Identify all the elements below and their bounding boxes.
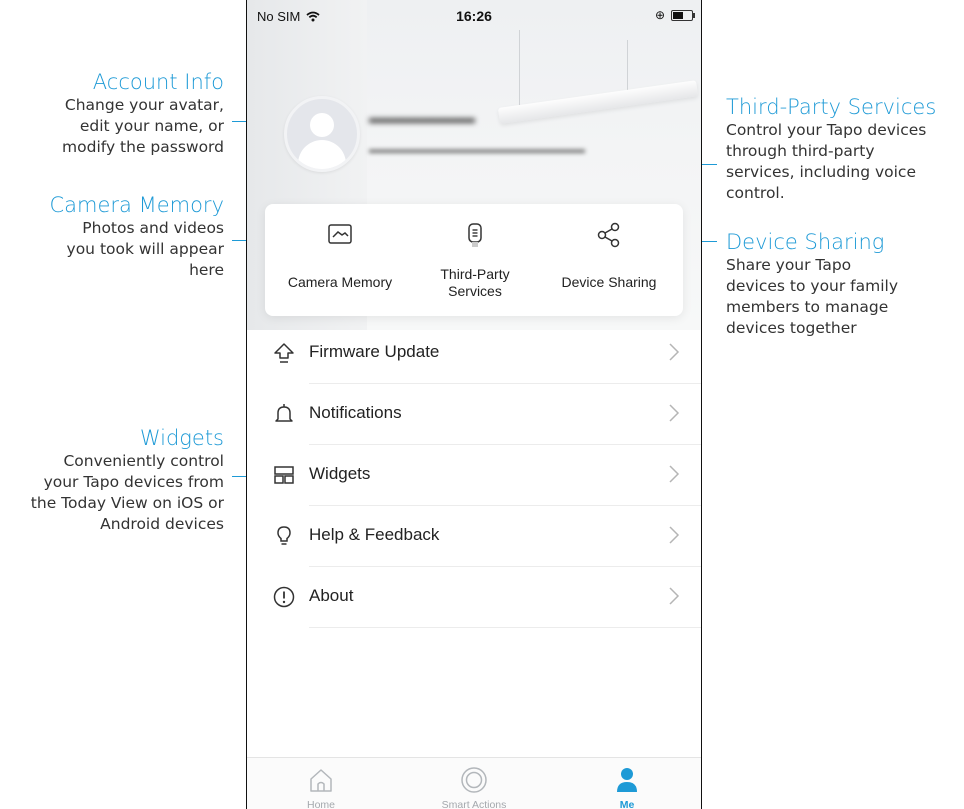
annotation-camera-memory: Camera Memory Photos and videos you took… [50, 193, 225, 281]
chevron-right-icon [669, 526, 680, 544]
chevron-right-icon [669, 465, 680, 483]
annotation-title: Device Sharing [726, 230, 885, 254]
tab-me[interactable]: Me [577, 758, 677, 809]
annotation-line: Change your avatar, [64, 96, 224, 114]
menu-label: Widgets [309, 464, 371, 483]
camera-memory-label: Camera Memory [287, 274, 393, 290]
tab-label: Me [619, 799, 635, 809]
annotation-line: control. [726, 184, 785, 202]
widgets-icon [274, 466, 294, 484]
tab-label: Smart Actions [441, 799, 507, 809]
phone-screen: No SIM 16:26 ⊕ ▬▬▬▬▬▬▬ ▬▬▬▬▬▬▬▬▬▬▬▬▬▬▬▬▬… [246, 0, 702, 809]
bell-icon [275, 404, 293, 422]
annotation-line: you took will appear [66, 240, 224, 258]
annotation-widgets: Widgets Conveniently control your Tapo d… [31, 426, 224, 535]
annotation-third-party: Third-Party Services Control your Tapo d… [726, 95, 936, 204]
annotation-line: Android devices [100, 515, 224, 533]
divider [309, 627, 701, 628]
battery-icon [671, 10, 695, 21]
menu-item-help-feedback[interactable]: Help & Feedback [247, 506, 701, 567]
background-lamp-rod [519, 30, 520, 112]
annotation-line: devices to your family [726, 277, 899, 295]
device-sharing-button[interactable]: Device Sharing [535, 204, 683, 316]
annotation-title: Camera Memory [49, 193, 225, 217]
annotation-line: your Tapo devices from [43, 473, 224, 491]
annotation-line: services, including voice [726, 163, 916, 181]
home-icon [310, 769, 332, 792]
menu-item-notifications[interactable]: Notifications [247, 384, 701, 445]
device-sharing-label: Device Sharing [561, 274, 657, 290]
account-name[interactable]: ▬▬▬▬▬▬▬ [369, 110, 475, 128]
tab-label: Home [306, 799, 335, 809]
annotation-line: modify the password [62, 138, 224, 156]
menu-item-about[interactable]: About [247, 567, 701, 628]
annotation-line: through third-party [726, 142, 875, 160]
quick-actions-card: Camera Memory Third-Party Services Devic… [265, 204, 683, 316]
chevron-right-icon [669, 404, 680, 422]
tab-bar: Home Smart Actions Me [247, 757, 701, 809]
third-party-label-line2: Services [448, 283, 502, 299]
photo-icon [328, 224, 352, 244]
annotation-device-sharing: Device Sharing Share your Tapo devices t… [726, 230, 898, 339]
avatar-head-icon [310, 113, 334, 137]
chevron-right-icon [669, 587, 680, 605]
camera-memory-button[interactable]: Camera Memory [265, 204, 415, 316]
chevron-right-icon [669, 343, 680, 361]
person-icon [617, 768, 637, 792]
lightbulb-icon [277, 526, 291, 545]
annotation-line: here [189, 261, 224, 279]
menu-label: About [309, 586, 354, 605]
annotation-account-info: Account Info Change your avatar, edit yo… [62, 70, 224, 158]
menu-item-widgets[interactable]: Widgets [247, 445, 701, 506]
annotation-line: Control your Tapo devices [726, 121, 927, 139]
account-email: ▬▬▬▬▬▬▬▬▬▬▬▬▬▬▬▬▬▬ [369, 142, 585, 156]
menu-item-firmware-update[interactable]: Firmware Update [247, 323, 701, 384]
annotation-line: Photos and videos [82, 219, 224, 237]
annotation-line: edit your name, or [79, 117, 224, 135]
menu-label: Help & Feedback [309, 525, 440, 544]
rotation-lock-icon: ⊕ [654, 8, 665, 22]
status-time: 16:26 [456, 8, 492, 24]
avatar-body-icon [298, 140, 346, 169]
third-party-services-button[interactable]: Third-Party Services [405, 204, 545, 316]
status-bar: No SIM 16:26 ⊕ [247, 0, 701, 30]
tab-smart-actions[interactable]: Smart Actions [424, 758, 524, 809]
tab-home[interactable]: Home [271, 758, 371, 809]
annotation-line: members to manage [726, 298, 889, 316]
menu-label: Firmware Update [309, 342, 440, 361]
annotation-title: Widgets [139, 426, 224, 450]
annotation-title: Account Info [92, 70, 224, 94]
smart-actions-icon [461, 767, 487, 793]
info-exclamation-icon [273, 586, 295, 608]
avatar[interactable] [284, 96, 360, 172]
annotation-line: Share your Tapo [726, 256, 852, 274]
third-party-label-line1: Third-Party [440, 266, 510, 282]
upgrade-arrow-icon [274, 343, 294, 363]
background-lamp [497, 80, 699, 124]
annotation-line: devices together [726, 319, 857, 337]
remote-icon [468, 223, 482, 247]
menu-label: Notifications [309, 403, 402, 422]
annotation-title: Third-Party Services [726, 95, 937, 119]
share-icon [597, 222, 620, 248]
annotation-line: the Today View on iOS or [30, 494, 224, 512]
annotation-line: Conveniently control [63, 452, 224, 470]
